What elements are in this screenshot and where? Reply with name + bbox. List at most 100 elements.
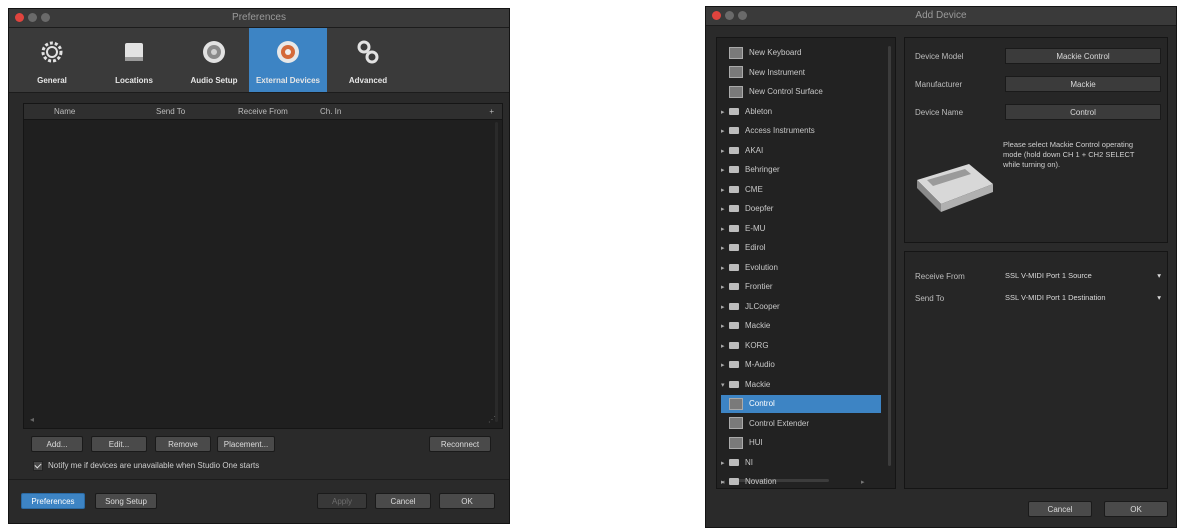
tree-item[interactable]: New Keyboard	[721, 44, 881, 62]
receive-from-select[interactable]: SSL V-MIDI Port 1 Source ▾	[1005, 268, 1163, 284]
column-ch-in[interactable]: Ch. In	[320, 107, 341, 116]
chevron-down-icon[interactable]: ▾	[721, 377, 729, 395]
tree-item[interactable]: ▸ JLCooper	[721, 298, 881, 316]
chevron-right-icon[interactable]: ▸	[721, 338, 729, 356]
tree-item[interactable]: New Instrument	[721, 64, 881, 82]
cancel-button[interactable]: Cancel	[1028, 501, 1092, 517]
tree-item[interactable]: ▸ Edirol	[721, 239, 881, 257]
footer-divider	[9, 479, 509, 480]
tree-item[interactable]: ▸ Mackie	[721, 317, 881, 335]
folder-icon	[729, 380, 739, 388]
folder-icon	[729, 205, 739, 213]
chevron-right-icon[interactable]: ▸	[721, 123, 729, 141]
reconnect-button[interactable]: Reconnect	[429, 436, 491, 452]
chevron-right-icon[interactable]: ▸	[721, 143, 729, 161]
vertical-scrollbar[interactable]	[495, 122, 498, 422]
tree-item[interactable]: ▸ E-MU	[721, 220, 881, 238]
chevron-right-icon[interactable]: ▸	[721, 474, 729, 488]
tab-label: General	[37, 76, 67, 85]
column-add[interactable]: +	[489, 107, 494, 116]
gear-icon	[37, 37, 67, 72]
notify-checkbox[interactable]	[33, 461, 43, 471]
vertical-scrollbar[interactable]	[888, 46, 891, 466]
add-button[interactable]: Add...	[31, 436, 83, 452]
manufacturer-field[interactable]: Mackie	[1005, 76, 1161, 92]
chevron-right-icon[interactable]: ▸	[721, 279, 729, 297]
speaker-icon	[199, 37, 229, 72]
notify-checkbox-row[interactable]: Notify me if devices are unavailable whe…	[33, 461, 259, 471]
tab-general[interactable]: General	[13, 28, 91, 92]
chevron-right-icon[interactable]: ▸	[721, 260, 729, 278]
device-icon	[729, 66, 743, 79]
preferences-button[interactable]: Preferences	[21, 493, 85, 509]
chevron-right-icon[interactable]: ▸	[721, 357, 729, 375]
placement-button[interactable]: Placement...	[217, 436, 275, 452]
tree-item[interactable]: ▸ Behringer	[721, 161, 881, 179]
resize-icon[interactable]: ⋰	[488, 415, 496, 424]
column-receive-from[interactable]: Receive From	[238, 107, 288, 116]
folder-icon	[729, 166, 739, 174]
chevron-down-icon: ▾	[1157, 271, 1161, 280]
column-send-to[interactable]: Send To	[156, 107, 185, 116]
chevron-right-icon[interactable]: ▸	[721, 318, 729, 336]
device-image	[913, 150, 995, 225]
tree-item[interactable]: ▸ Frontier	[721, 278, 881, 296]
tab-external-devices[interactable]: External Devices	[249, 28, 327, 92]
receive-from-label: Receive From	[915, 272, 965, 281]
tab-locations[interactable]: Locations	[95, 28, 173, 92]
device-model-field[interactable]: Mackie Control	[1005, 48, 1161, 64]
chevron-right-icon[interactable]: ▸	[721, 104, 729, 122]
tree-item[interactable]: ▸ Ableton	[721, 103, 881, 121]
tree-item-label: E-MU	[745, 223, 766, 233]
external-devices-list[interactable]: Name Send To Receive From Ch. In + ◂ ⋰	[23, 103, 503, 429]
tree-item[interactable]: ▸ NI	[721, 454, 881, 472]
tree-item[interactable]: ▸ AKAI	[721, 142, 881, 160]
chevron-right-icon[interactable]: ▸	[721, 182, 729, 200]
tree-item[interactable]: ▸ Evolution	[721, 259, 881, 277]
tree-item[interactable]: ▾ Mackie	[721, 376, 881, 394]
folder-icon	[729, 107, 739, 115]
device-name-field[interactable]: Control	[1005, 104, 1161, 120]
tree-item[interactable]: HUI	[721, 434, 881, 452]
chevron-right-icon[interactable]: ▸	[721, 455, 729, 473]
tree-item[interactable]: ▸ Doepfer	[721, 200, 881, 218]
tab-label: Audio Setup	[190, 76, 238, 85]
chevron-right-icon[interactable]: ▸	[721, 201, 729, 219]
cancel-button[interactable]: Cancel	[375, 493, 431, 509]
chevron-right-icon[interactable]: ▸	[721, 299, 729, 317]
tree-item[interactable]: New Control Surface	[721, 83, 881, 101]
tree-item[interactable]: ▸ KORG	[721, 337, 881, 355]
column-name[interactable]: Name	[54, 107, 75, 116]
tab-label: External Devices	[255, 76, 321, 85]
tab-advanced[interactable]: Advanced	[329, 28, 407, 92]
send-to-select[interactable]: SSL V-MIDI Port 1 Destination ▾	[1005, 290, 1163, 306]
folder-icon	[729, 361, 739, 369]
tree-item[interactable]: ▸ Access Instruments	[721, 122, 881, 140]
tree-item[interactable]: ▸ Novation	[721, 473, 881, 488]
apply-button[interactable]: Apply	[317, 493, 367, 509]
tree-item-label: Novation	[745, 477, 777, 486]
tree-item-label: Frontier	[745, 282, 773, 291]
chevron-right-icon[interactable]: ▸	[721, 221, 729, 239]
song-setup-button[interactable]: Song Setup	[95, 493, 157, 509]
chevron-right-icon[interactable]: ▸	[721, 162, 729, 180]
tree-item[interactable]: Control	[721, 395, 881, 413]
edit-button[interactable]: Edit...	[91, 436, 147, 452]
tree-item[interactable]: ▸ CME	[721, 181, 881, 199]
remove-button[interactable]: Remove	[155, 436, 211, 452]
tree-item-label: Evolution	[745, 262, 778, 272]
tab-audio-setup[interactable]: Audio Setup	[175, 28, 253, 92]
ok-button[interactable]: OK	[439, 493, 495, 509]
scroll-left-icon[interactable]: ◂	[30, 415, 34, 424]
tree-item-label: Access Instruments	[745, 126, 815, 135]
chevron-right-icon[interactable]: ▸	[721, 240, 729, 258]
folder-icon	[729, 244, 739, 252]
device-tree[interactable]: ◂ ▸ New Keyboard New Instrument New Contro…	[716, 37, 896, 489]
preferences-window: Preferences General Locations Audio Setu…	[8, 8, 510, 524]
folder-icon	[729, 283, 739, 291]
tree-item-label: NI	[745, 457, 753, 467]
device-name-label: Device Name	[915, 108, 964, 117]
tree-item[interactable]: ▸ M-Audio	[721, 356, 881, 374]
ok-button[interactable]: OK	[1104, 501, 1168, 517]
tree-item[interactable]: Control Extender	[721, 415, 881, 433]
